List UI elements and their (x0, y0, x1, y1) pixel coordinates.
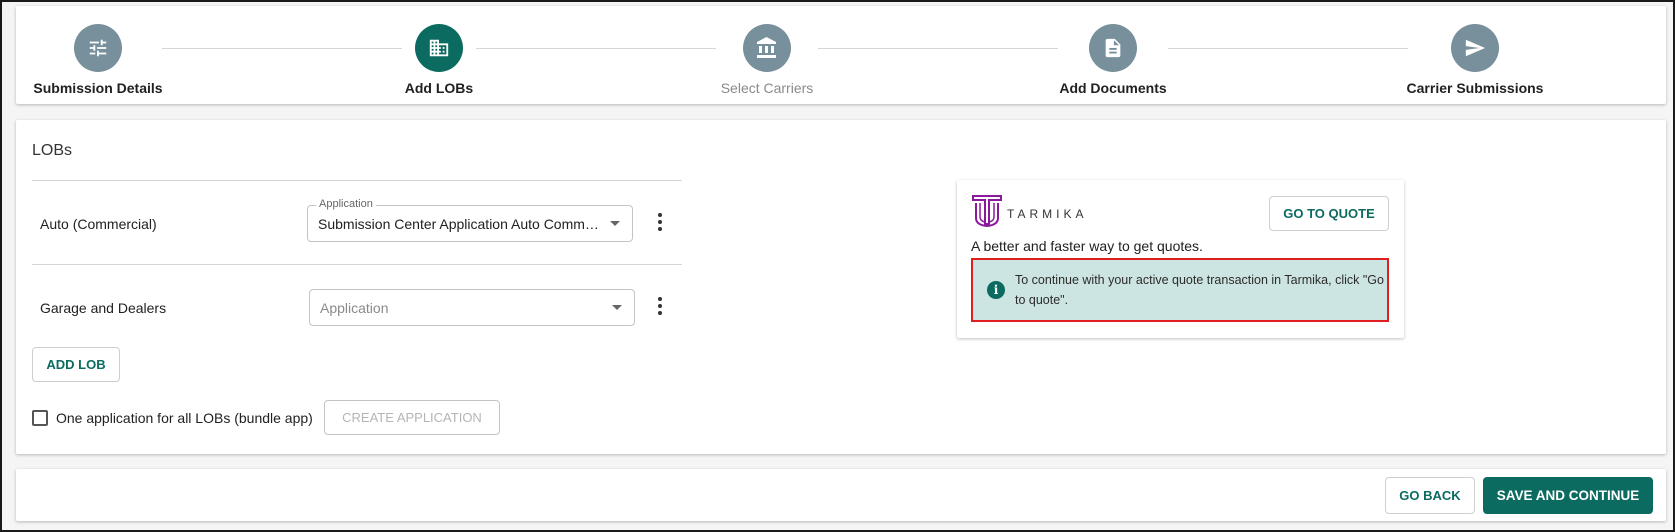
add-lob-button[interactable]: ADD LOB (32, 347, 120, 382)
app-frame: Submission Details Add LOBs Select Carri… (0, 0, 1675, 532)
tarmika-card: TARMIKA GO TO QUOTE A better and faster … (957, 180, 1404, 338)
go-back-button[interactable]: GO BACK (1385, 477, 1475, 514)
step-select-carriers[interactable]: Select Carriers (677, 6, 857, 96)
info-message: To continue with your active quote trans… (1015, 273, 1384, 307)
send-icon (1451, 24, 1499, 72)
step-add-lobs[interactable]: Add LOBs (349, 6, 529, 96)
tarmika-logo-text: TARMIKA (1007, 207, 1088, 221)
step-connector (1168, 48, 1408, 49)
step-label: Select Carriers (720, 80, 814, 96)
tarmika-logo-icon (971, 194, 1003, 228)
progress-stepper: Submission Details Add LOBs Select Carri… (16, 6, 1666, 104)
footer-actions: GO BACK SAVE AND CONTINUE (16, 469, 1666, 521)
document-icon (1089, 24, 1137, 72)
step-label: Add Documents (1059, 80, 1167, 96)
step-carrier-submissions[interactable]: Carrier Submissions (1385, 6, 1565, 96)
application-select[interactable]: Application Submission Center Applicatio… (307, 198, 633, 242)
chevron-down-icon (612, 305, 622, 310)
checkbox-label: One application for all LOBs (bundle app… (56, 410, 313, 426)
create-application-button[interactable]: CREATE APPLICATION (324, 400, 500, 435)
lob-name: Auto (Commercial) (40, 216, 157, 232)
application-select[interactable]: Application (309, 289, 635, 326)
divider (32, 264, 682, 265)
select-label: Application (316, 198, 376, 210)
save-and-continue-button[interactable]: SAVE AND CONTINUE (1483, 477, 1653, 514)
bundle-checkbox[interactable] (32, 410, 48, 426)
bank-icon (743, 24, 791, 72)
step-submission-details[interactable]: Submission Details (8, 6, 188, 96)
select-placeholder: Application (320, 300, 389, 316)
tarmika-tagline: A better and faster way to get quotes. (971, 238, 1203, 254)
step-label: Add LOBs (404, 80, 474, 96)
sliders-icon (74, 24, 122, 72)
step-label: Carrier Submissions (1406, 80, 1544, 96)
lob-name: Garage and Dealers (40, 300, 167, 316)
info-alert: i To continue with your active quote tra… (971, 258, 1389, 322)
more-options-icon[interactable] (650, 294, 670, 318)
step-label: Submission Details (33, 80, 163, 96)
step-add-documents[interactable]: Add Documents (1023, 6, 1203, 96)
more-options-icon[interactable] (650, 210, 670, 234)
section-title: LOBs (32, 142, 73, 159)
chevron-down-icon (610, 221, 620, 226)
select-value: Submission Center Application Auto Comme… (318, 216, 600, 232)
info-icon: i (987, 281, 1005, 299)
building-icon (415, 24, 463, 72)
lobs-panel: LOBs Auto (Commercial) Application Submi… (16, 120, 1666, 454)
divider (32, 180, 682, 181)
go-to-quote-button[interactable]: GO TO QUOTE (1269, 196, 1389, 231)
